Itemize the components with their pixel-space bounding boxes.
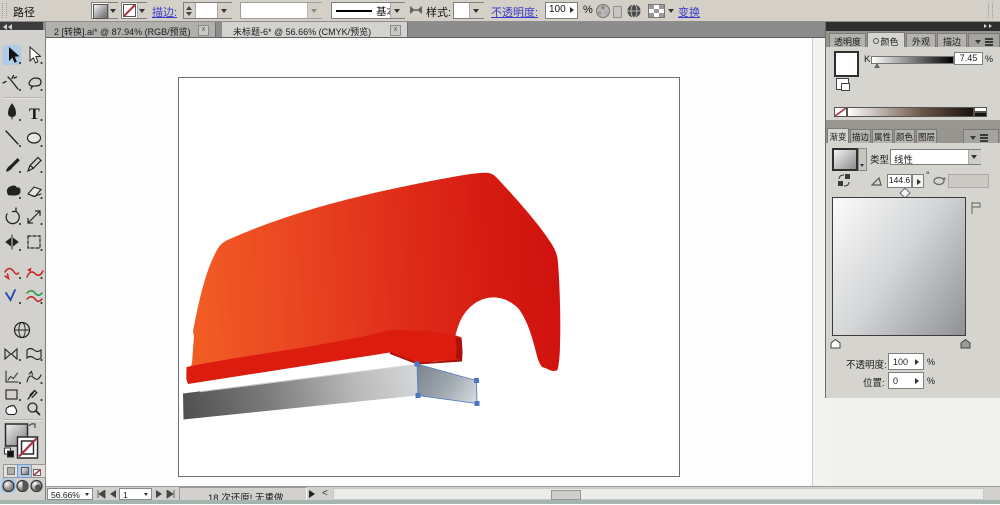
- svg-text:T: T: [29, 106, 40, 123]
